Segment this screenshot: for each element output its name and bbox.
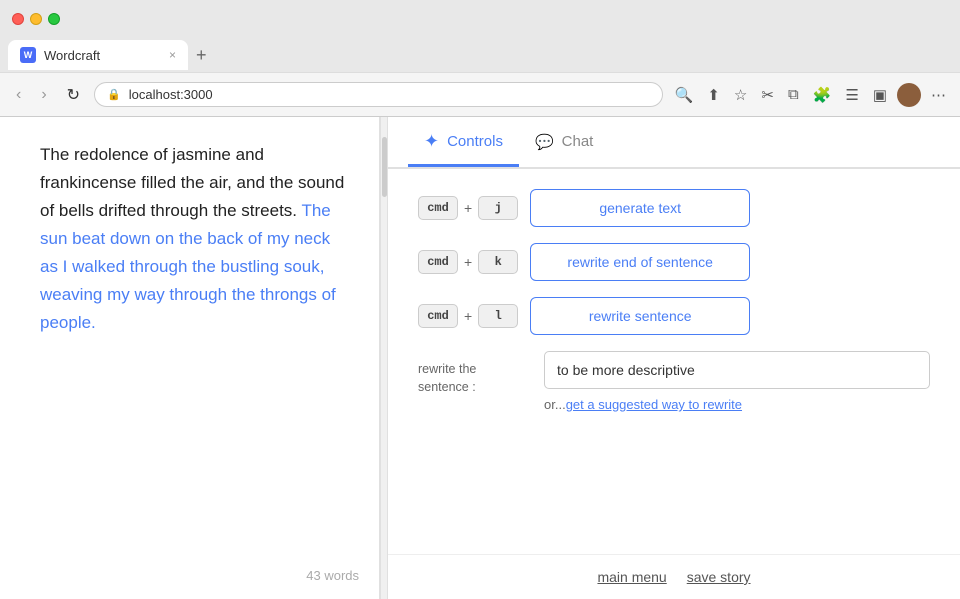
title-bar	[0, 0, 960, 38]
main-content: The redolence of jasmine and frankincens…	[0, 117, 960, 599]
plus-icon-1: +	[464, 200, 472, 216]
copy-icon[interactable]: ⧉	[784, 84, 803, 105]
zoom-icon[interactable]: 🔍	[671, 84, 698, 106]
tab-controls-label: Controls	[447, 133, 503, 150]
tab-title: Wordcraft	[44, 48, 100, 63]
normal-text: The redolence of jasmine and frankincens…	[40, 145, 344, 220]
plus-icon-3: +	[464, 308, 472, 324]
selected-text: The sun beat down on the back of my neck…	[40, 201, 336, 332]
editor-text[interactable]: The redolence of jasmine and frankincens…	[40, 141, 349, 337]
pane-tabs: ✦ Controls 💬 Chat	[388, 117, 960, 169]
maximize-button[interactable]	[48, 13, 60, 25]
key-cmd-j: cmd	[418, 196, 458, 220]
rewrite-link[interactable]: get a suggested way to rewrite	[566, 397, 742, 412]
control-row-generate: cmd + j generate text	[418, 189, 930, 227]
key-cmd-l: cmd	[418, 304, 458, 328]
rewrite-label: rewrite the sentence :	[418, 351, 528, 396]
controls-content: cmd + j generate text cmd + k rewrite en…	[388, 169, 960, 554]
split-icon[interactable]: ▣	[869, 84, 891, 106]
control-row-rewrite: cmd + l rewrite sentence	[418, 297, 930, 335]
scrollbar-divider[interactable]	[380, 117, 388, 599]
main-menu-link[interactable]: main menu	[597, 569, 666, 585]
back-button[interactable]: ‹	[10, 84, 27, 106]
key-combo-k: cmd + k	[418, 250, 518, 274]
rewrite-input[interactable]	[544, 351, 930, 389]
refresh-button[interactable]: ↻	[61, 83, 86, 107]
share-icon[interactable]: ⬆	[703, 84, 724, 106]
browser-tab[interactable]: W Wordcraft ×	[8, 40, 188, 70]
tab-chat-label: Chat	[562, 133, 594, 150]
rewrite-or: or...get a suggested way to rewrite	[544, 397, 930, 412]
save-story-link[interactable]: save story	[687, 569, 751, 585]
cut-icon[interactable]: ✂	[757, 84, 778, 106]
tab-favicon: W	[20, 47, 36, 63]
bookmark-icon[interactable]: ☆	[730, 84, 751, 106]
nav-bar: ‹ › ↻ 🔒 localhost:3000 🔍 ⬆ ☆ ✂ ⧉ 🧩 ☰ ▣ ⋯	[0, 72, 960, 116]
key-k: k	[478, 250, 518, 274]
rewrite-right: or...get a suggested way to rewrite	[544, 351, 930, 412]
editor-pane[interactable]: The redolence of jasmine and frankincens…	[0, 117, 380, 599]
address-text: localhost:3000	[129, 87, 213, 102]
address-bar[interactable]: 🔒 localhost:3000	[94, 82, 663, 107]
key-cmd-k: cmd	[418, 250, 458, 274]
plus-icon-2: +	[464, 254, 472, 270]
tab-chat[interactable]: 💬 Chat	[519, 121, 609, 166]
chat-icon: 💬	[535, 133, 554, 151]
nav-tools: 🔍 ⬆ ☆ ✂ ⧉ 🧩 ☰ ▣ ⋯	[671, 83, 950, 107]
scrollbar-thumb[interactable]	[382, 137, 387, 197]
tab-bar: W Wordcraft × +	[0, 38, 960, 72]
key-l: l	[478, 304, 518, 328]
tab-controls[interactable]: ✦ Controls	[408, 119, 519, 167]
extensions-icon[interactable]: 🧩	[809, 84, 836, 106]
lock-icon: 🔒	[107, 88, 121, 101]
rewrite-section: rewrite the sentence : or...get a sugges…	[418, 351, 930, 412]
avatar[interactable]	[897, 83, 921, 107]
generate-text-button[interactable]: generate text	[530, 189, 750, 227]
traffic-lights	[12, 13, 60, 25]
controls-pane: ✦ Controls 💬 Chat cmd + j generate text	[388, 117, 960, 599]
menu-icon[interactable]: ⋯	[927, 84, 950, 106]
controls-footer: main menu save story	[388, 554, 960, 599]
reading-icon[interactable]: ☰	[841, 84, 862, 106]
new-tab-button[interactable]: +	[192, 45, 211, 66]
control-row-rewrite-end: cmd + k rewrite end of sentence	[418, 243, 930, 281]
key-combo-l: cmd + l	[418, 304, 518, 328]
rewrite-sentence-button[interactable]: rewrite sentence	[530, 297, 750, 335]
close-button[interactable]	[12, 13, 24, 25]
minimize-button[interactable]	[30, 13, 42, 25]
key-j: j	[478, 196, 518, 220]
rewrite-or-text: or...	[544, 397, 566, 412]
tab-close-icon[interactable]: ×	[169, 48, 176, 62]
word-count: 43 words	[306, 568, 359, 583]
sparkle-icon: ✦	[424, 131, 439, 152]
key-combo-j: cmd + j	[418, 196, 518, 220]
forward-button[interactable]: ›	[35, 84, 52, 106]
rewrite-end-button[interactable]: rewrite end of sentence	[530, 243, 750, 281]
